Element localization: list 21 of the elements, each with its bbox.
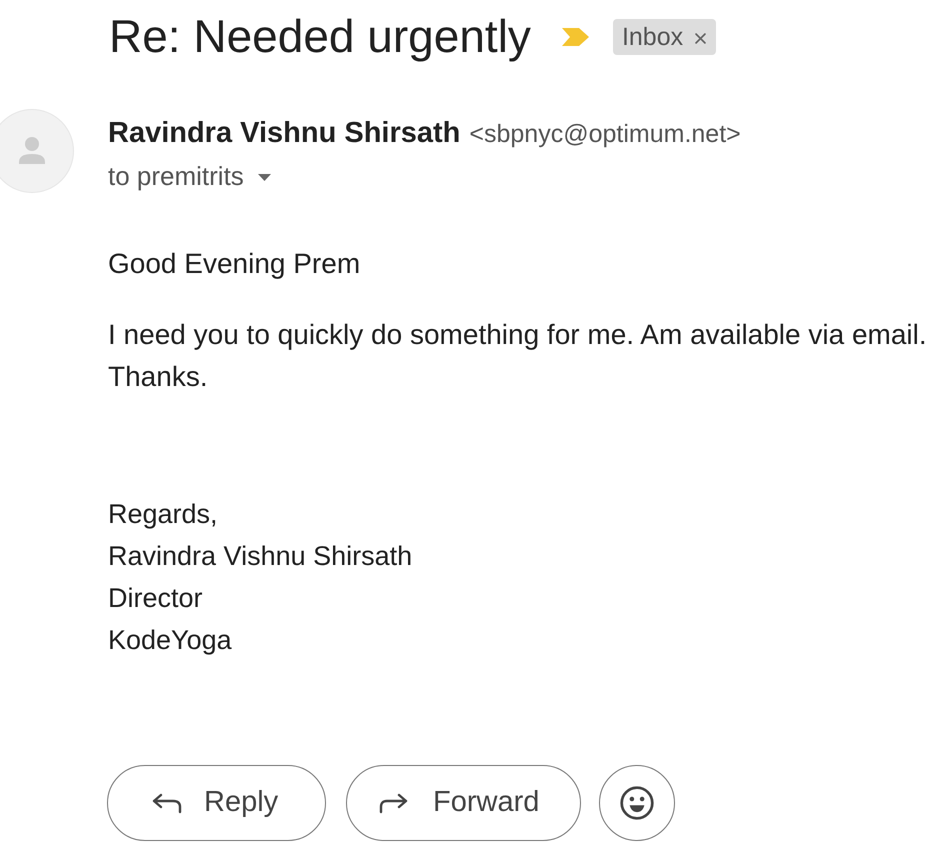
body-text: Good Evening Prem: [108, 247, 360, 281]
sender-name: Ravindra Vishnu Shirsath: [108, 116, 460, 151]
label-chip[interactable]: Inbox: [612, 18, 716, 54]
smiley-icon: [620, 786, 654, 820]
signature-text: KodeYoga: [108, 624, 232, 657]
signature-text: Regards,: [108, 498, 218, 531]
label-text: Inbox: [622, 22, 684, 52]
signature-text: Director: [108, 582, 203, 615]
reply-arrow-icon: [151, 792, 182, 814]
close-icon[interactable]: [695, 33, 706, 44]
body-text: Thanks.: [108, 360, 208, 394]
forward-button[interactable]: Forward: [346, 765, 581, 841]
recipient-text: to premitrits: [108, 161, 244, 191]
signature-text: Ravindra Vishnu Shirsath: [108, 540, 412, 573]
avatar-icon: [0, 109, 74, 193]
body-text: I need you to quickly do something for me. Am available via email.: [108, 318, 927, 352]
email-subject: Re: Needed urgently: [109, 10, 531, 62]
reply-button[interactable]: Reply: [107, 765, 326, 841]
caret-icon[interactable]: [258, 174, 271, 180]
sender-email: <sbpnyc@optimum.net>: [469, 119, 741, 150]
forward-arrow-icon: [379, 792, 409, 814]
